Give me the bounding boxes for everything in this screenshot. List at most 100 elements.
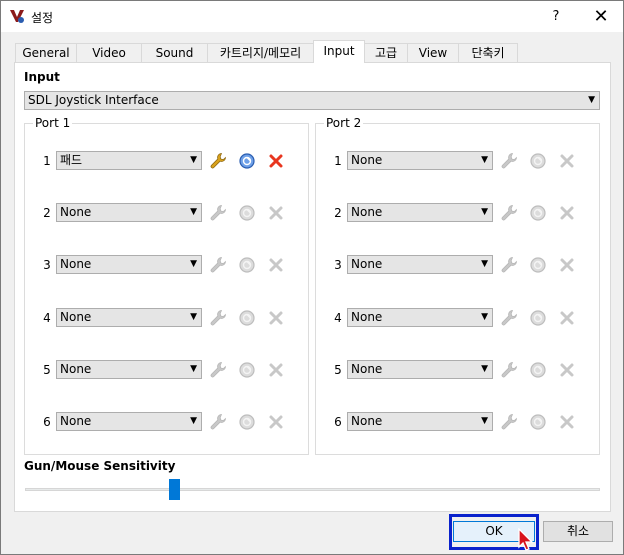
port-device-select[interactable]: None ▼ <box>347 308 493 327</box>
gamepad-icon[interactable] <box>529 309 547 327</box>
port-row-number: 6 <box>334 415 342 429</box>
port-device-select[interactable]: 패드 ▼ <box>56 151 202 170</box>
tab-cartridge-memory[interactable]: 카트리지/메모리 <box>207 43 314 62</box>
port-device-value: None <box>351 362 383 376</box>
port-device-select[interactable]: None ▼ <box>347 412 493 431</box>
sensitivity-label: Gun/Mouse Sensitivity <box>24 459 176 473</box>
chevron-down-icon: ▼ <box>190 207 197 217</box>
tab-advanced[interactable]: 고급 <box>364 43 408 62</box>
port-device-value: None <box>60 205 92 219</box>
port-2-title: Port 2 <box>324 116 364 130</box>
wrench-icon[interactable] <box>500 204 518 222</box>
gamepad-icon[interactable] <box>238 204 256 222</box>
mouse-cursor-icon <box>518 527 534 555</box>
chevron-down-icon: ▼ <box>190 312 197 322</box>
port-device-value: None <box>60 414 92 428</box>
wrench-icon[interactable] <box>209 256 227 274</box>
port-device-select[interactable]: None ▼ <box>347 151 493 170</box>
port-device-value: None <box>351 153 383 167</box>
chevron-down-icon: ▼ <box>481 364 488 374</box>
input-driver-value: SDL Joystick Interface <box>28 93 159 107</box>
chevron-down-icon: ▼ <box>190 416 197 426</box>
input-driver-select[interactable]: SDL Joystick Interface ▼ <box>24 91 600 110</box>
delete-icon[interactable] <box>558 309 576 327</box>
gamepad-icon[interactable] <box>238 309 256 327</box>
delete-icon[interactable] <box>267 256 285 274</box>
chevron-down-icon: ▼ <box>481 416 488 426</box>
chevron-down-icon: ▼ <box>481 207 488 217</box>
close-button[interactable]: ✕ <box>587 6 615 28</box>
wrench-icon[interactable] <box>500 361 518 379</box>
gamepad-icon[interactable] <box>529 413 547 431</box>
tab-input[interactable]: Input <box>313 40 365 63</box>
gamepad-icon[interactable] <box>529 256 547 274</box>
gamepad-icon[interactable] <box>238 413 256 431</box>
wrench-icon[interactable] <box>209 413 227 431</box>
port-row-number: 6 <box>43 415 51 429</box>
port-row-number: 3 <box>43 258 51 272</box>
port-device-select[interactable]: None ▼ <box>56 255 202 274</box>
delete-icon[interactable] <box>267 152 285 170</box>
port-1-title: Port 1 <box>33 116 73 130</box>
delete-icon[interactable] <box>558 152 576 170</box>
port-device-value: None <box>60 362 92 376</box>
help-button[interactable]: ? <box>542 6 570 28</box>
sensitivity-slider-thumb[interactable] <box>169 479 180 500</box>
tab-view[interactable]: View <box>407 43 459 62</box>
input-heading: Input <box>24 70 60 84</box>
sensitivity-slider-track[interactable] <box>25 488 600 491</box>
delete-icon[interactable] <box>267 309 285 327</box>
chevron-down-icon: ▼ <box>481 312 488 322</box>
port-2-group: Port 2 <box>315 116 600 455</box>
delete-icon[interactable] <box>558 256 576 274</box>
port-device-select[interactable]: None ▼ <box>56 412 202 431</box>
port-row-number: 2 <box>334 206 342 220</box>
tab-sound[interactable]: Sound <box>141 43 208 62</box>
port-device-select[interactable]: None ▼ <box>56 308 202 327</box>
gamepad-icon[interactable] <box>529 152 547 170</box>
tab-general[interactable]: General <box>15 43 77 62</box>
delete-icon[interactable] <box>558 361 576 379</box>
gamepad-icon[interactable] <box>238 361 256 379</box>
gamepad-icon[interactable] <box>529 361 547 379</box>
port-device-select[interactable]: None ▼ <box>56 203 202 222</box>
delete-icon[interactable] <box>558 204 576 222</box>
gamepad-icon[interactable] <box>238 256 256 274</box>
tab-video[interactable]: Video <box>76 43 142 62</box>
port-row-number: 5 <box>43 363 51 377</box>
wrench-icon[interactable] <box>209 204 227 222</box>
wrench-icon[interactable] <box>500 256 518 274</box>
chevron-down-icon: ▼ <box>481 155 488 165</box>
chevron-down-icon: ▼ <box>190 364 197 374</box>
port-row-number: 5 <box>334 363 342 377</box>
port-device-value: None <box>351 257 383 271</box>
wrench-icon[interactable] <box>500 309 518 327</box>
port-1-group: Port 1 <box>24 116 309 455</box>
port-row-number: 3 <box>334 258 342 272</box>
chevron-down-icon: ▼ <box>190 155 197 165</box>
wrench-icon[interactable] <box>209 152 227 170</box>
cancel-button[interactable]: 취소 <box>543 521 613 542</box>
gamepad-icon[interactable] <box>529 204 547 222</box>
tab-shortcuts[interactable]: 단축키 <box>458 43 518 62</box>
wrench-icon[interactable] <box>500 152 518 170</box>
port-row-number: 4 <box>43 311 51 325</box>
wrench-icon[interactable] <box>209 361 227 379</box>
gamepad-icon[interactable] <box>238 152 256 170</box>
port-device-value: None <box>351 205 383 219</box>
chevron-down-icon: ▼ <box>190 259 197 269</box>
port-device-value: None <box>60 310 92 324</box>
wrench-icon[interactable] <box>500 413 518 431</box>
title-bar: 설정 ? ✕ <box>1 1 623 32</box>
port-row-number: 2 <box>43 206 51 220</box>
chevron-down-icon: ▼ <box>588 95 595 105</box>
port-device-select[interactable]: None ▼ <box>56 360 202 379</box>
port-device-select[interactable]: None ▼ <box>347 255 493 274</box>
delete-icon[interactable] <box>267 361 285 379</box>
wrench-icon[interactable] <box>209 309 227 327</box>
delete-icon[interactable] <box>267 204 285 222</box>
delete-icon[interactable] <box>558 413 576 431</box>
delete-icon[interactable] <box>267 413 285 431</box>
port-device-select[interactable]: None ▼ <box>347 360 493 379</box>
port-device-select[interactable]: None ▼ <box>347 203 493 222</box>
